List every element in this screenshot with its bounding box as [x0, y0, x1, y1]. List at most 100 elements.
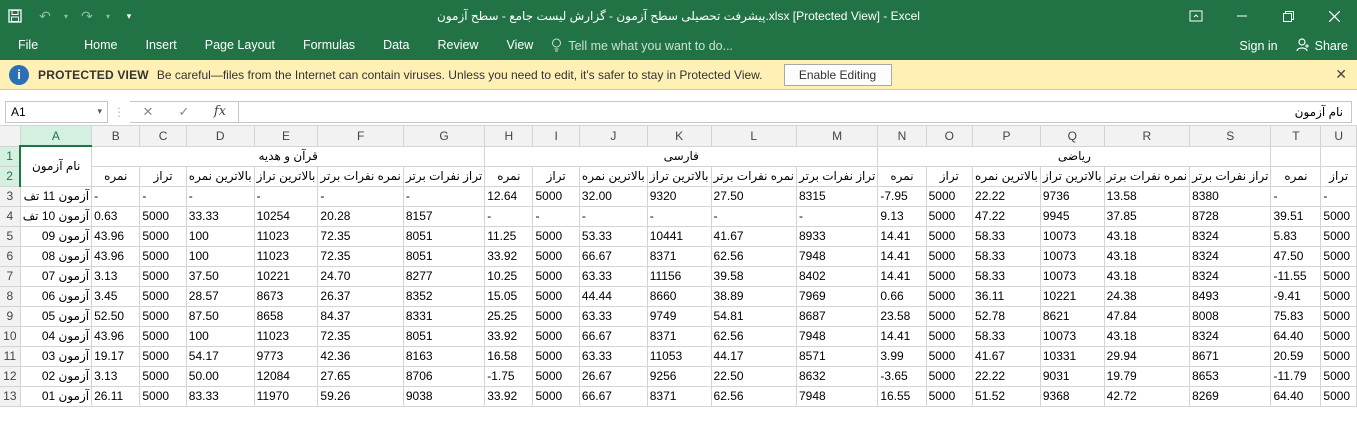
data-cell[interactable]: -1.75: [484, 366, 534, 387]
data-cell[interactable]: 37.85: [1104, 206, 1191, 227]
data-cell[interactable]: 8371: [647, 246, 712, 267]
data-cell[interactable]: -: [647, 206, 712, 227]
data-cell[interactable]: 8673: [254, 286, 319, 307]
data-cell[interactable]: 11970: [254, 386, 319, 407]
data-cell[interactable]: 41.67: [711, 226, 797, 247]
data-cell[interactable]: 5000: [1320, 326, 1357, 347]
data-cell[interactable]: 32.00: [579, 186, 648, 207]
data-cell[interactable]: 100: [186, 246, 255, 267]
data-cell[interactable]: 9031: [1040, 366, 1105, 387]
data-cell[interactable]: 12.64: [484, 186, 534, 207]
column-header-p[interactable]: P: [972, 126, 1041, 147]
data-cell[interactable]: 27.65: [317, 366, 404, 387]
select-all-corner[interactable]: [0, 126, 21, 147]
data-cell[interactable]: -: [796, 206, 879, 227]
cancel-icon[interactable]: ✕: [130, 104, 166, 120]
row-header-4[interactable]: 4: [0, 206, 21, 227]
data-cell[interactable]: 5000: [532, 306, 580, 327]
check-icon[interactable]: ✓: [166, 104, 202, 120]
data-cell[interactable]: 28.57: [186, 286, 255, 307]
data-cell[interactable]: 42.72: [1104, 386, 1191, 407]
data-cell[interactable]: 9749: [647, 306, 712, 327]
data-cell[interactable]: 7948: [796, 386, 879, 407]
data-cell[interactable]: 9.13: [877, 206, 927, 227]
data-cell[interactable]: 5000: [532, 286, 580, 307]
data-cell[interactable]: 8269: [1189, 386, 1272, 407]
formula-bar-splitter-icon[interactable]: ⋮: [108, 105, 130, 119]
data-cell[interactable]: 42.36: [317, 346, 404, 367]
sub-header-cell[interactable]: تراز نفرات برتر: [403, 166, 486, 187]
data-cell[interactable]: 33.92: [484, 326, 534, 347]
data-cell[interactable]: 52.50: [91, 306, 141, 327]
data-cell[interactable]: 72.35: [317, 246, 404, 267]
data-cell[interactable]: 58.33: [972, 226, 1041, 247]
sub-header-cell[interactable]: تراز: [532, 166, 580, 187]
data-cell[interactable]: 8051: [403, 246, 486, 267]
cell-exam-label[interactable]: آزمون 08: [20, 246, 93, 267]
data-cell[interactable]: 5000: [926, 226, 974, 247]
data-cell[interactable]: -: [1270, 186, 1322, 207]
data-cell[interactable]: 10221: [1040, 286, 1105, 307]
data-cell[interactable]: -: [711, 206, 797, 227]
data-cell[interactable]: 5000: [532, 326, 580, 347]
column-header-u[interactable]: U: [1320, 126, 1357, 147]
data-cell[interactable]: 52.78: [972, 306, 1041, 327]
data-cell[interactable]: 27.50: [711, 186, 797, 207]
column-header-n[interactable]: N: [877, 126, 927, 147]
data-cell[interactable]: 7969: [796, 286, 879, 307]
data-cell[interactable]: 58.33: [972, 266, 1041, 287]
data-cell[interactable]: -: [254, 186, 319, 207]
minimize-icon[interactable]: [1219, 0, 1265, 32]
data-cell[interactable]: 5000: [1320, 346, 1357, 367]
data-cell[interactable]: 10221: [254, 266, 319, 287]
sub-header-cell[interactable]: نمره نفرات برتر: [317, 166, 404, 187]
data-cell[interactable]: 5000: [139, 386, 187, 407]
data-cell[interactable]: 3.13: [91, 366, 141, 387]
cell-exam-label[interactable]: آزمون 01: [20, 386, 93, 407]
data-cell[interactable]: 8277: [403, 266, 486, 287]
data-cell[interactable]: 14.41: [877, 266, 927, 287]
data-cell[interactable]: 83.33: [186, 386, 255, 407]
sub-header-cell[interactable]: بالاترین تراز: [1040, 166, 1105, 187]
data-cell[interactable]: -3.65: [877, 366, 927, 387]
data-cell[interactable]: 15.05: [484, 286, 534, 307]
sub-header-cell[interactable]: تراز نفرات برتر: [796, 166, 879, 187]
data-cell[interactable]: 75.83: [1270, 306, 1322, 327]
data-cell[interactable]: 9256: [647, 366, 712, 387]
data-cell[interactable]: 5000: [926, 286, 974, 307]
column-header-r[interactable]: R: [1104, 126, 1191, 147]
data-cell[interactable]: -9.41: [1270, 286, 1322, 307]
column-header-m[interactable]: M: [796, 126, 879, 147]
data-cell[interactable]: 19.79: [1104, 366, 1191, 387]
data-cell[interactable]: 5000: [926, 206, 974, 227]
data-cell[interactable]: 5000: [532, 346, 580, 367]
data-cell[interactable]: 5000: [139, 266, 187, 287]
name-box[interactable]: A1 ▾: [5, 100, 108, 123]
data-cell[interactable]: 43.96: [91, 226, 141, 247]
data-cell[interactable]: 64.40: [1270, 386, 1322, 407]
data-cell[interactable]: -11.79: [1270, 366, 1322, 387]
data-cell[interactable]: 25.25: [484, 306, 534, 327]
data-cell[interactable]: 5000: [139, 306, 187, 327]
data-cell[interactable]: 8051: [403, 326, 486, 347]
data-cell[interactable]: -: [532, 206, 580, 227]
data-cell[interactable]: 26.11: [91, 386, 141, 407]
row-header-6[interactable]: 6: [0, 246, 21, 267]
tab-insert[interactable]: Insert: [132, 32, 191, 60]
data-cell[interactable]: 0.63: [91, 206, 141, 227]
data-cell[interactable]: -: [403, 186, 486, 207]
column-header-k[interactable]: K: [647, 126, 712, 147]
data-cell[interactable]: 22.50: [711, 366, 797, 387]
column-header-l[interactable]: L: [711, 126, 797, 147]
data-cell[interactable]: -: [139, 186, 187, 207]
sub-header-cell[interactable]: تراز: [1320, 166, 1357, 187]
cell-exam-label[interactable]: آزمون 09: [20, 226, 93, 247]
tab-data[interactable]: Data: [369, 32, 423, 60]
column-header-g[interactable]: G: [403, 126, 486, 147]
data-cell[interactable]: 5000: [926, 346, 974, 367]
row-header-11[interactable]: 11: [0, 346, 21, 367]
column-header-d[interactable]: D: [186, 126, 255, 147]
data-cell[interactable]: 63.33: [579, 306, 648, 327]
data-cell[interactable]: 58.33: [972, 326, 1041, 347]
cell-exam-label[interactable]: آزمون 11 تف: [20, 186, 93, 207]
